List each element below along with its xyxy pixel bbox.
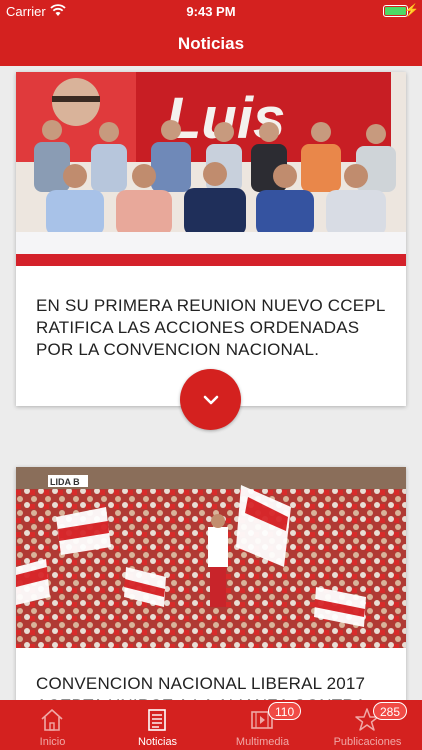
status-bar: Carrier 9:43 PM ⚡ (0, 0, 422, 22)
publicaciones-badge: 285 (373, 702, 408, 720)
tab-multimedia[interactable]: 110 Multimedia (210, 700, 315, 750)
charging-icon: ⚡ (404, 3, 419, 17)
nav-bar: Noticias (0, 22, 422, 66)
article-card[interactable]: Luis EN SU PRIMERA REUNION NUEVO CCEPL R… (16, 72, 406, 406)
article-headline[interactable]: CONVENCION NACIONAL LIBERAL 2017 ACEPTA … (36, 673, 386, 700)
expand-button[interactable] (180, 369, 241, 430)
article-headline[interactable]: EN SU PRIMERA REUNION NUEVO CCEPL RATIFI… (36, 295, 386, 361)
tab-label: Noticias (137, 736, 178, 748)
page-title: Noticias (177, 34, 245, 53)
tab-noticias[interactable]: Noticias (105, 700, 210, 750)
tab-label: Multimedia (235, 736, 290, 748)
home-icon (41, 709, 63, 731)
tab-inicio[interactable]: Inicio (0, 700, 105, 750)
tab-label: Publicaciones (333, 736, 402, 748)
article-card[interactable]: LIDA B CONVENCION NACIONAL LIBERAL 2017 (16, 467, 406, 700)
sign-text: LIDA B (50, 477, 80, 487)
status-time: 9:43 PM (186, 4, 236, 19)
article-photo[interactable]: LIDA B (16, 467, 406, 648)
article-photo[interactable]: Luis (16, 72, 406, 266)
news-icon (148, 709, 166, 731)
multimedia-badge: 110 (268, 702, 302, 720)
news-feed[interactable]: Luis EN SU PRIMERA REUNION NUEVO CCEPL R… (0, 66, 422, 700)
tab-publicaciones[interactable]: 285 Publicaciones (315, 700, 420, 750)
chevron-down-icon (203, 395, 218, 404)
tab-label: Inicio (39, 736, 66, 748)
tab-bar: Inicio Noticias 110 Multimedia 285 Publi… (0, 700, 422, 750)
